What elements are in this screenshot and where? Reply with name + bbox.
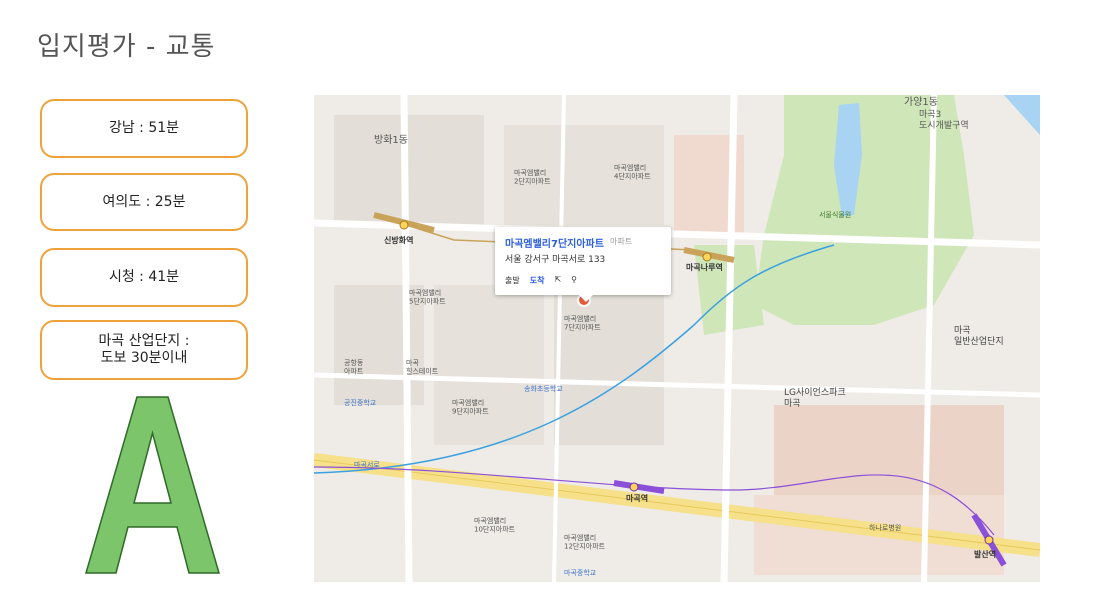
label-apt7: 마곡엠밸리 7단지아파트	[564, 314, 601, 331]
label-banghwa1: 방화1동	[374, 134, 408, 146]
popup-place-type: 아파트	[610, 237, 633, 246]
label-songhwa: 송화초등학교	[524, 384, 563, 393]
label-magoknaru: 마곡나루역	[686, 262, 723, 272]
label-magok-mid: 마곡중학교	[564, 568, 597, 577]
label-seoul-botanic: 서울식물원	[819, 210, 851, 219]
label-apt9: 마곡엠밸리 9단지아파트	[452, 398, 489, 415]
label-apt2: 마곡엠밸리 2단지아파트	[514, 168, 551, 185]
popup-actions: 출발 도착 ⇱ ⚲	[505, 275, 577, 286]
label-hanaro: 하나로병원	[869, 523, 901, 532]
card-yeouido-commute: 여의도 : 25분	[40, 173, 248, 231]
popup-address: 서울 강서구 마곡서로 133	[505, 255, 606, 265]
card-gangnam-commute: 강남 : 51분	[40, 99, 248, 158]
place-popup[interactable]: 마곡엠밸리7단지아파트 아파트 서울 강서구 마곡서로 133 출발 도착 ⇱ …	[495, 227, 671, 302]
label-gayang1: 가양1동	[904, 96, 938, 108]
label-apt4: 마곡엠밸리 4단지아파트	[614, 163, 651, 180]
share-icon[interactable]: ⇱	[554, 275, 561, 286]
grade-letter: A	[85, 395, 220, 574]
label-gongjin: 공진중학교	[344, 398, 377, 407]
label-balsan: 발산역	[974, 549, 996, 559]
page-title: 입지평가 - 교통	[37, 32, 216, 62]
label-magok-ceo: 마곡서로	[354, 460, 380, 469]
location-icon[interactable]: ⚲	[571, 275, 577, 286]
label-sjt: 공항동 아파트	[344, 358, 364, 375]
depart-button[interactable]: 출발	[505, 275, 520, 286]
grade-letter-text: A	[85, 395, 86, 396]
label-magok-station: 마곡역	[626, 493, 648, 503]
popup-place-name[interactable]: 마곡엠밸리7단지아파트	[505, 235, 604, 250]
card-magok-industrial: 마곡 산업단지 : 도보 30분이내	[40, 320, 248, 380]
label-apt5: 마곡엠밸리 5단지아파트	[409, 288, 446, 305]
label-sinbang: 신방화역	[384, 235, 413, 245]
card-cityhall-commute: 시청 : 41분	[40, 248, 248, 307]
map-view[interactable]: 방화1동 가양1동 신방화역 마곡나루역 마곡역 발산역 LG사이언스파크 마곡 …	[314, 95, 1040, 582]
arrive-button[interactable]: 도착	[530, 275, 545, 286]
